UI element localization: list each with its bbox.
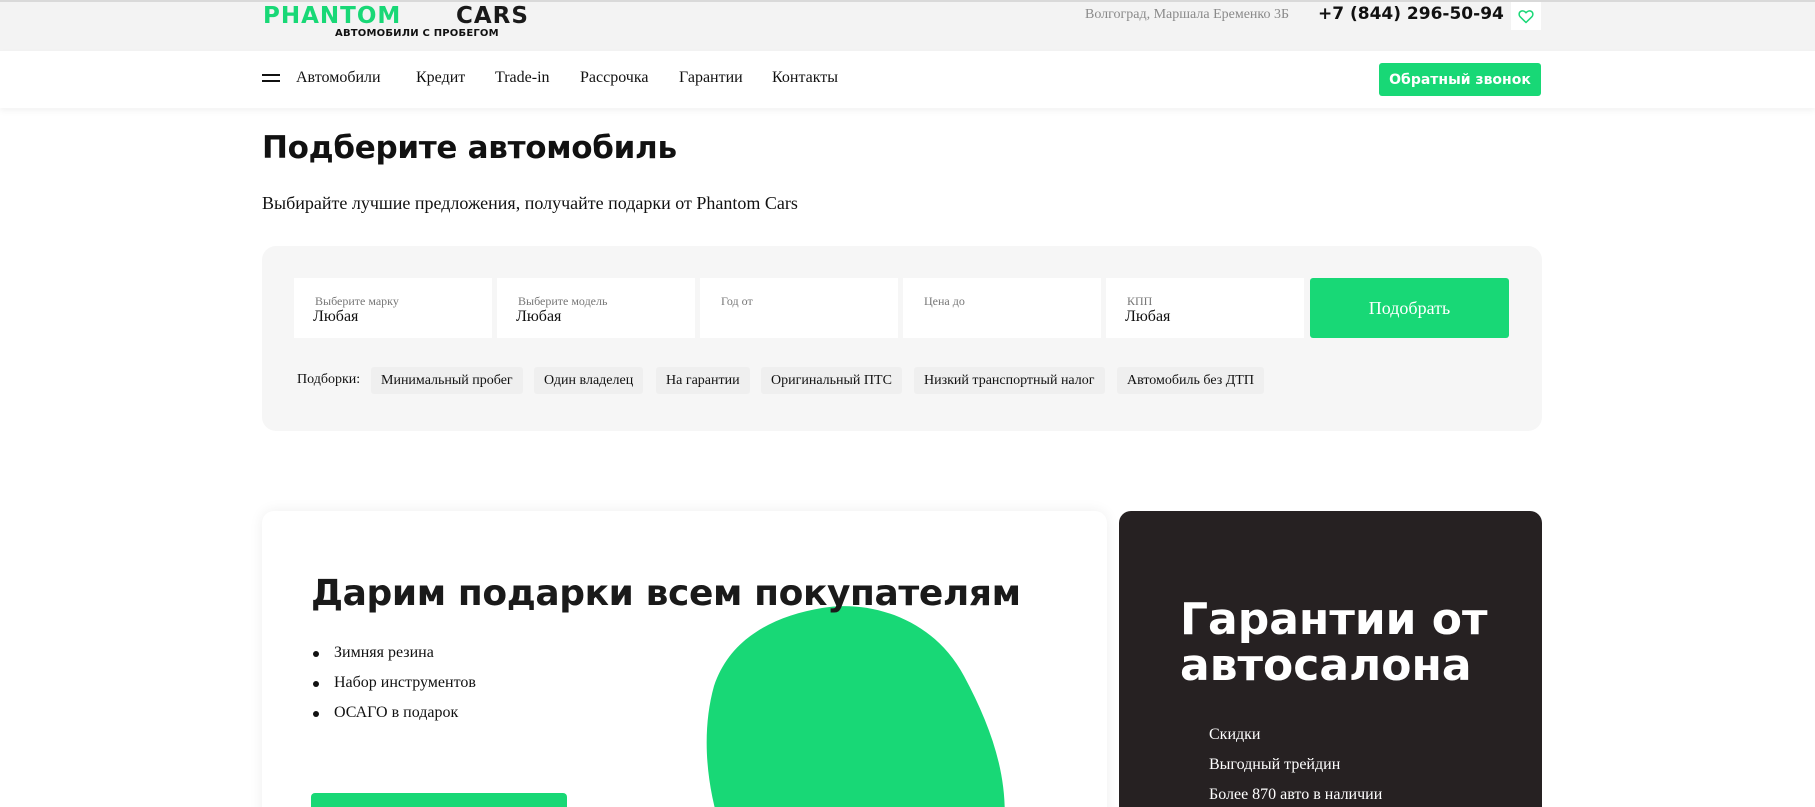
nav-item-credit[interactable]: Кредит (416, 69, 465, 87)
brand-select-value: Любая (313, 308, 359, 325)
price-to-label: Цена до (924, 294, 965, 308)
price-to-input[interactable]: Цена до (903, 278, 1101, 338)
model-select-value: Любая (516, 308, 562, 325)
promo-action-button[interactable] (311, 793, 567, 807)
gifts-promo-card: Дарим подарки всем покупателям Зимняя ре… (262, 511, 1107, 807)
page-title: Подберите автомобиль (262, 130, 677, 166)
warranty-list: Скидки Выгодный трейдин Более 870 авто в… (1209, 726, 1382, 807)
heart-icon (1518, 9, 1534, 23)
decorative-blob (706, 606, 1005, 807)
nav-item-contacts[interactable]: Контакты (772, 69, 838, 87)
warranty-title: Гарантии от автосалона (1180, 594, 1488, 691)
transmission-select-value: Любая (1125, 308, 1171, 325)
callback-button[interactable]: Обратный звонок (1379, 63, 1541, 96)
chip-no-accidents[interactable]: Автомобиль без ДТП (1117, 367, 1264, 394)
page-subtitle: Выбирайте лучшие предложения, получайте … (262, 193, 798, 213)
chip-low-tax[interactable]: Низкий транспортный налог (914, 367, 1105, 394)
top-bar: PHANTOM CARS АВТОМОБИЛИ С ПРОБЕГОМ Волго… (0, 0, 1815, 51)
hamburger-icon[interactable] (262, 74, 280, 86)
chip-min-mileage[interactable]: Минимальный пробег (371, 367, 523, 394)
brand-select-label: Выберите марку (315, 294, 399, 308)
year-from-label: Год от (721, 294, 753, 308)
chip-under-warranty[interactable]: На гарантии (656, 367, 750, 394)
logo-word-cars: CARS (456, 4, 529, 28)
logo-wordmark: PHANTOM CARS (263, 4, 529, 28)
gift-item: Набор инструментов (313, 674, 476, 704)
chip-original-pts[interactable]: Оригинальный ПТС (761, 367, 902, 394)
warranty-card: Гарантии от автосалона Скидки Выгодный т… (1119, 511, 1542, 807)
main-nav: Автомобили Кредит Trade-in Рассрочка Гар… (0, 51, 1815, 108)
nav-item-cars[interactable]: Автомобили (296, 69, 381, 87)
nav-item-installment[interactable]: Рассрочка (580, 69, 648, 87)
gifts-list: Зимняя резина Набор инструментов ОСАГО в… (313, 644, 476, 734)
picks-label: Подборки: (297, 372, 361, 387)
warranty-item: Скидки (1209, 726, 1261, 743)
model-select[interactable]: Выберите модель Любая (497, 278, 695, 338)
warranty-item: Более 870 авто в наличии (1209, 786, 1383, 803)
brand-select[interactable]: Выберите марку Любая (294, 278, 492, 338)
transmission-select-label: КПП (1127, 294, 1153, 308)
model-select-label: Выберите модель (518, 294, 608, 308)
nav-item-trade-in[interactable]: Trade-in (495, 69, 550, 87)
promo-title: Дарим подарки всем покупателям (311, 573, 1021, 614)
address-text: Волгоград, Маршала Еременко 3Б (1085, 7, 1290, 22)
site-logo[interactable]: PHANTOM CARS АВТОМОБИЛИ С ПРОБЕГОМ (262, 4, 562, 44)
phone-link[interactable]: +7 (844) 296-50-94 (1318, 4, 1504, 24)
transmission-select[interactable]: КПП Любая (1106, 278, 1304, 338)
gift-item: ОСАГО в подарок (313, 704, 476, 734)
logo-word-phantom: PHANTOM (263, 4, 401, 28)
chip-one-owner[interactable]: Один владелец (534, 367, 644, 394)
car-filter-panel: Выберите марку Любая Выберите модель Люб… (262, 246, 1542, 431)
gift-item: Зимняя резина (313, 644, 476, 674)
search-submit-button[interactable]: Подобрать (1310, 278, 1509, 338)
favorites-button[interactable] (1511, 2, 1541, 30)
nav-item-warranty[interactable]: Гарантии (679, 69, 743, 87)
year-from-input[interactable]: Год от (700, 278, 898, 338)
warranty-item: Выгодный трейдин (1209, 756, 1341, 773)
logo-tagline: АВТОМОБИЛИ С ПРОБЕГОМ (335, 28, 499, 39)
